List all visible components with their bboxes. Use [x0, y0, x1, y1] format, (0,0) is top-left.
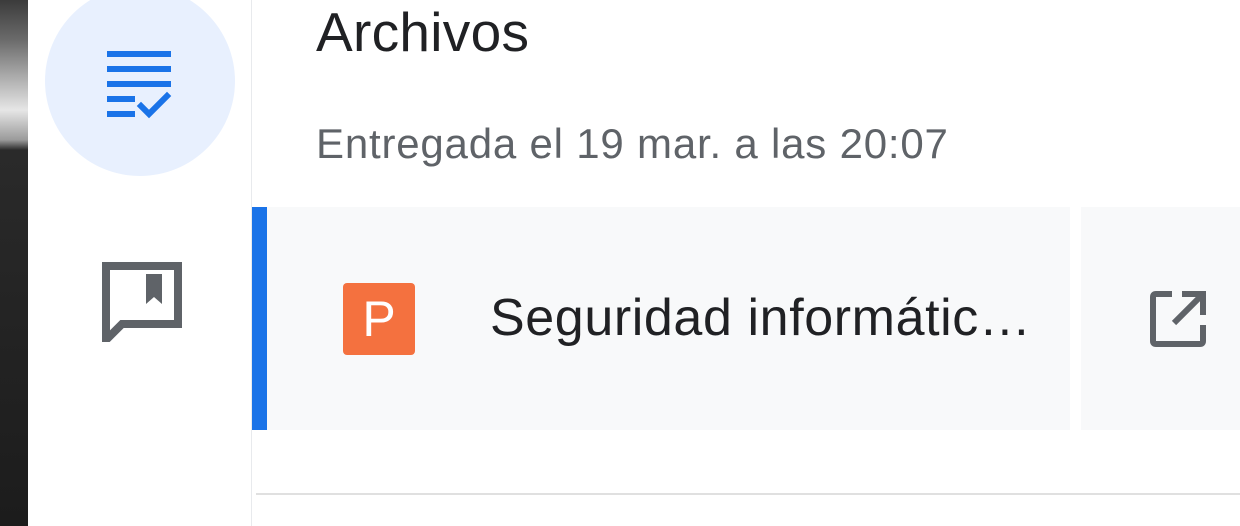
rail-item-private-comments[interactable]: [95, 255, 187, 347]
main-content: Archivos Entregada el 19 mar. a las 20:0…: [252, 0, 1240, 526]
attachment-name: Seguridad informátic…: [490, 289, 1032, 347]
open-in-new-icon: [1150, 291, 1206, 347]
section-divider: [256, 493, 1240, 495]
attachment-accent-bar: [252, 207, 267, 430]
attachment-row: P Seguridad informátic…: [252, 207, 1240, 430]
submission-status: Entregada el 19 mar. a las 20:07: [316, 120, 949, 167]
private-comment-icon: [102, 262, 182, 342]
open-in-new-button[interactable]: [1081, 207, 1240, 430]
background-window-edge: [0, 0, 28, 526]
powerpoint-file-icon: P: [343, 283, 415, 355]
file-type-letter: P: [362, 291, 396, 347]
section-title: Archivos: [316, 1, 530, 63]
attachment-open-area[interactable]: P Seguridad informátic…: [267, 207, 1070, 430]
assignment-list-check-icon: [107, 51, 172, 119]
